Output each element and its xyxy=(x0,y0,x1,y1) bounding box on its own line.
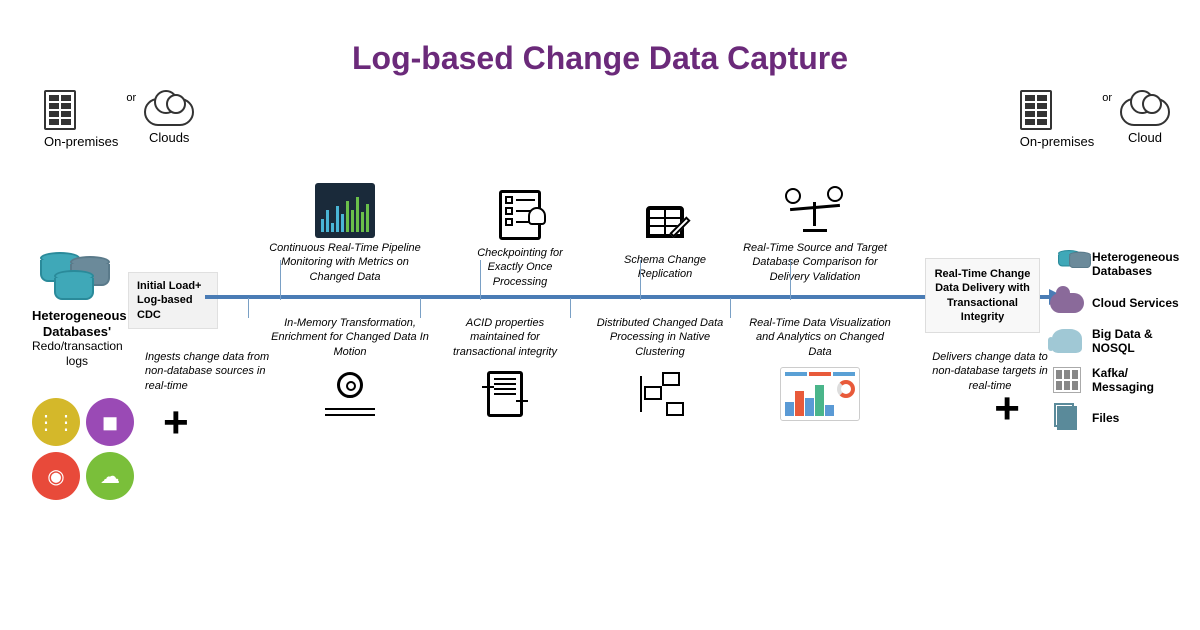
connector-line xyxy=(730,298,731,318)
deliver-note: Delivers change data to non-database tar… xyxy=(920,350,1060,393)
building-icon xyxy=(44,90,76,130)
deploy-left: On-premises or Clouds xyxy=(44,90,194,149)
connector-line xyxy=(640,260,641,300)
target-item: Files xyxy=(1050,404,1180,432)
feature-label: Distributed Changed Data Processing in N… xyxy=(585,316,735,359)
feature-checkpoint: Checkpointing for Exactly Once Processin… xyxy=(460,190,580,289)
balance-scale-icon xyxy=(785,188,845,232)
target-label: Big Data & NOSQL xyxy=(1092,327,1180,356)
feature-transform: In-Memory Transformation, Enrichment for… xyxy=(270,316,430,425)
connector-line xyxy=(248,298,249,318)
database-icon xyxy=(54,270,94,300)
document-transfer-icon xyxy=(487,371,523,417)
target-label: Files xyxy=(1092,411,1119,425)
schema-edit-icon xyxy=(646,206,684,238)
dashboard-monitor-icon xyxy=(315,183,375,238)
target-item: Heterogeneous Databases xyxy=(1050,250,1180,279)
feature-label: Checkpointing for Exactly Once Processin… xyxy=(460,246,580,289)
checklist-icon xyxy=(499,190,541,240)
feature-distributed: Distributed Changed Data Processing in N… xyxy=(585,316,735,425)
target-item: Kafka/ Messaging xyxy=(1050,366,1180,395)
cloud-label-r: Cloud xyxy=(1120,130,1170,145)
cloud-icon xyxy=(144,98,194,126)
cloud-icon-r xyxy=(1120,98,1170,126)
hadoop-elephant-icon xyxy=(1052,329,1082,353)
feature-label: Schema Change Replication xyxy=(610,253,720,282)
feature-label: Real-Time Source and Target Database Com… xyxy=(740,241,890,284)
feature-label: ACID properties maintained for transacti… xyxy=(440,316,570,359)
feature-acid: ACID properties maintained for transacti… xyxy=(440,316,570,425)
load-cdc-badge: Initial Load+ Log-based CDC xyxy=(128,272,218,329)
delivery-badge: Real-Time Change Data Delivery with Tran… xyxy=(925,258,1040,333)
kafka-source-icon: ⋮⋮ xyxy=(32,398,80,446)
cloud-source-icon: ☁ xyxy=(86,452,134,500)
files-icon xyxy=(1054,403,1080,433)
or-text: or xyxy=(126,92,136,104)
source-label: Heterogeneous Databases' xyxy=(32,308,122,339)
onprem-label-r: On-premises xyxy=(1020,134,1094,149)
sensor-source-icon: ◉ xyxy=(32,452,80,500)
diagram-title: Log-based Change Data Capture xyxy=(0,0,1200,77)
feature-schema: Schema Change Replication xyxy=(610,197,720,282)
kafka-icon xyxy=(1053,367,1081,393)
connector-line xyxy=(480,260,481,300)
gear-stream-icon xyxy=(325,372,375,416)
or-text-r: or xyxy=(1102,92,1112,104)
onprem-label: On-premises xyxy=(44,134,118,149)
feature-label: Continuous Real-Time Pipeline Monitoring… xyxy=(265,241,425,284)
feature-viz: Real-Time Data Visualization and Analyti… xyxy=(745,316,895,425)
cluster-icon xyxy=(636,372,684,416)
source-databases: Heterogeneous Databases' Redo/transactio… xyxy=(32,252,122,368)
feature-monitoring: Continuous Real-Time Pipeline Monitoring… xyxy=(265,185,425,284)
building-icon xyxy=(1020,90,1052,130)
connector-line xyxy=(420,298,421,318)
target-item: Cloud Services xyxy=(1050,289,1180,317)
target-label: Heterogeneous Databases xyxy=(1092,250,1180,279)
target-label: Cloud Services xyxy=(1092,296,1179,310)
deploy-right: On-premises or Cloud xyxy=(1020,90,1170,149)
clouds-label: Clouds xyxy=(144,130,194,145)
connector-line xyxy=(570,298,571,318)
source-sublabel: Redo/transaction logs xyxy=(32,339,122,368)
target-label: Kafka/ Messaging xyxy=(1092,366,1180,395)
target-list: Heterogeneous Databases Cloud Services B… xyxy=(1050,250,1180,432)
connector-line xyxy=(790,260,791,300)
cloud-services-icon xyxy=(1050,293,1084,313)
file-source-icon: ◼ xyxy=(86,398,134,446)
feature-comparison: Real-Time Source and Target Database Com… xyxy=(740,185,890,284)
analytics-dashboard-icon xyxy=(780,367,860,421)
pipeline-line xyxy=(205,295,1050,299)
feature-label: Real-Time Data Visualization and Analyti… xyxy=(745,316,895,359)
ingest-note: Ingests change data from non-database so… xyxy=(145,350,285,393)
target-item: Big Data & NOSQL xyxy=(1050,327,1180,356)
plus-icon: + xyxy=(163,398,189,448)
feature-label: In-Memory Transformation, Enrichment for… xyxy=(270,316,430,359)
source-connectors: ⋮⋮ ◼ ◉ ☁ xyxy=(32,398,134,500)
connector-line xyxy=(280,260,281,300)
